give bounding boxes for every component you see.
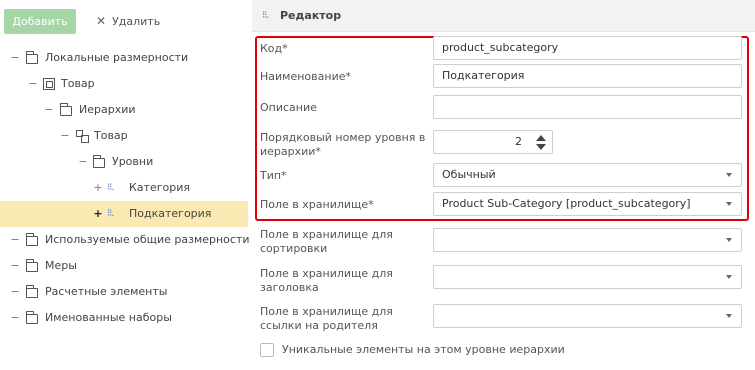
tree-item-label: Именованные наборы: [45, 311, 172, 324]
tree-item-named-sets[interactable]: − Именованные наборы: [0, 305, 248, 331]
folder-icon: [25, 233, 38, 246]
level-number-stepper[interactable]: 2: [433, 130, 553, 154]
tree-item-subcategory[interactable]: + ⁝⁝. Подкатегория: [0, 201, 248, 227]
tree-item-hierarchies[interactable]: − Иерархии: [0, 97, 248, 123]
tree-item-product-dimension[interactable]: − Товар: [0, 71, 248, 97]
tree-item-label: Расчетные элементы: [45, 285, 168, 298]
parent-link-field-label: Поле в хранилище для ссылки на родителя: [260, 305, 393, 332]
hierarchy-icon: [76, 130, 89, 143]
unique-members-label: Уникальные элементы на этом уровне иерар…: [282, 343, 565, 356]
folder-icon: [25, 259, 38, 272]
tree-item-category[interactable]: + ⁝⁝. Категория: [0, 175, 248, 201]
level-icon: ⁝⁝.: [107, 182, 115, 193]
sort-field-label: Поле в хранилище для сортировки: [260, 228, 393, 255]
code-label: Код*: [260, 42, 288, 55]
storage-field-select[interactable]: Product Sub-Category [product_subcategor…: [433, 192, 742, 216]
tree-item-label: Используемые общие размерности: [45, 233, 250, 246]
folder-icon: [25, 311, 38, 324]
unique-members-checkbox[interactable]: [260, 343, 274, 357]
folder-icon: [59, 103, 72, 116]
tree-item-label: Товар: [94, 129, 128, 142]
tree-item-shared-dimensions[interactable]: − Используемые общие размерности: [0, 227, 250, 253]
tree-item-label: Категория: [129, 181, 190, 194]
stepper-arrows-icon[interactable]: [536, 135, 546, 151]
level-icon: ⁝⁝.: [107, 208, 115, 219]
tree-item-calculated-members[interactable]: − Расчетные элементы: [0, 279, 248, 305]
tree-item-measures[interactable]: − Меры: [0, 253, 248, 279]
editor-panel: ⁝⁝. Редактор Код* product_subcategory На…: [252, 0, 755, 370]
delete-button[interactable]: ✕ Удалить: [96, 9, 160, 34]
collapse-toggle-icon[interactable]: −: [44, 97, 54, 123]
expand-toggle-icon[interactable]: +: [93, 201, 103, 227]
collapse-toggle-icon[interactable]: −: [10, 305, 20, 331]
collapse-toggle-icon[interactable]: −: [10, 45, 20, 71]
folder-icon: [92, 155, 105, 168]
tree-toolbar: Добавить ✕ Удалить: [0, 0, 248, 40]
folder-icon: [25, 285, 38, 298]
expand-toggle-icon[interactable]: +: [93, 175, 103, 201]
name-label: Наименование*: [260, 70, 351, 83]
storage-field-label: Поле в хранилище*: [260, 198, 374, 211]
collapse-toggle-icon[interactable]: −: [28, 71, 38, 97]
folder-icon: [25, 51, 38, 64]
sort-field-select[interactable]: [433, 228, 742, 252]
collapse-toggle-icon[interactable]: −: [10, 253, 20, 279]
level-number-value: 2: [515, 135, 522, 148]
tree-item-label: Подкатегория: [129, 207, 212, 220]
delete-button-label: Удалить: [112, 15, 161, 28]
level-number-label: Порядковый номер уровня в иерархии*: [260, 131, 426, 158]
collapse-toggle-icon[interactable]: −: [10, 279, 20, 305]
tree-item-levels[interactable]: − Уровни: [0, 149, 248, 175]
description-label: Описание: [260, 101, 317, 114]
parent-link-field-select[interactable]: [433, 304, 742, 328]
caption-field-select[interactable]: [433, 265, 742, 289]
tree-item-label: Товар: [61, 77, 95, 90]
type-select[interactable]: Обычный: [433, 163, 742, 187]
name-field[interactable]: Подкатегория: [433, 64, 742, 88]
level-icon: ⁝⁝.: [262, 10, 269, 21]
tree-item-label: Иерархии: [79, 103, 136, 116]
tree-item-label: Локальные размерности: [45, 51, 189, 64]
add-button[interactable]: Добавить: [4, 9, 76, 34]
description-field[interactable]: [433, 95, 742, 119]
close-icon: ✕: [96, 14, 107, 28]
editor-header: ⁝⁝. Редактор: [252, 0, 755, 32]
tree-panel: Добавить ✕ Удалить − Локальные размерност…: [0, 0, 250, 370]
tree-item-local-dimensions[interactable]: − Локальные размерности: [0, 45, 248, 71]
editor-title: Редактор: [280, 9, 342, 22]
collapse-toggle-icon[interactable]: −: [10, 227, 20, 253]
tree-item-label: Уровни: [112, 155, 154, 168]
tree-item-product-hierarchy[interactable]: − Товар: [0, 123, 248, 149]
tree-item-label: Меры: [45, 259, 77, 272]
type-label: Тип*: [260, 169, 287, 182]
collapse-toggle-icon[interactable]: −: [60, 123, 70, 149]
collapse-toggle-icon[interactable]: −: [78, 149, 88, 175]
cube-icon: [43, 78, 55, 90]
caption-field-label: Поле в хранилище для заголовка: [260, 267, 393, 294]
code-field[interactable]: product_subcategory: [433, 36, 742, 60]
